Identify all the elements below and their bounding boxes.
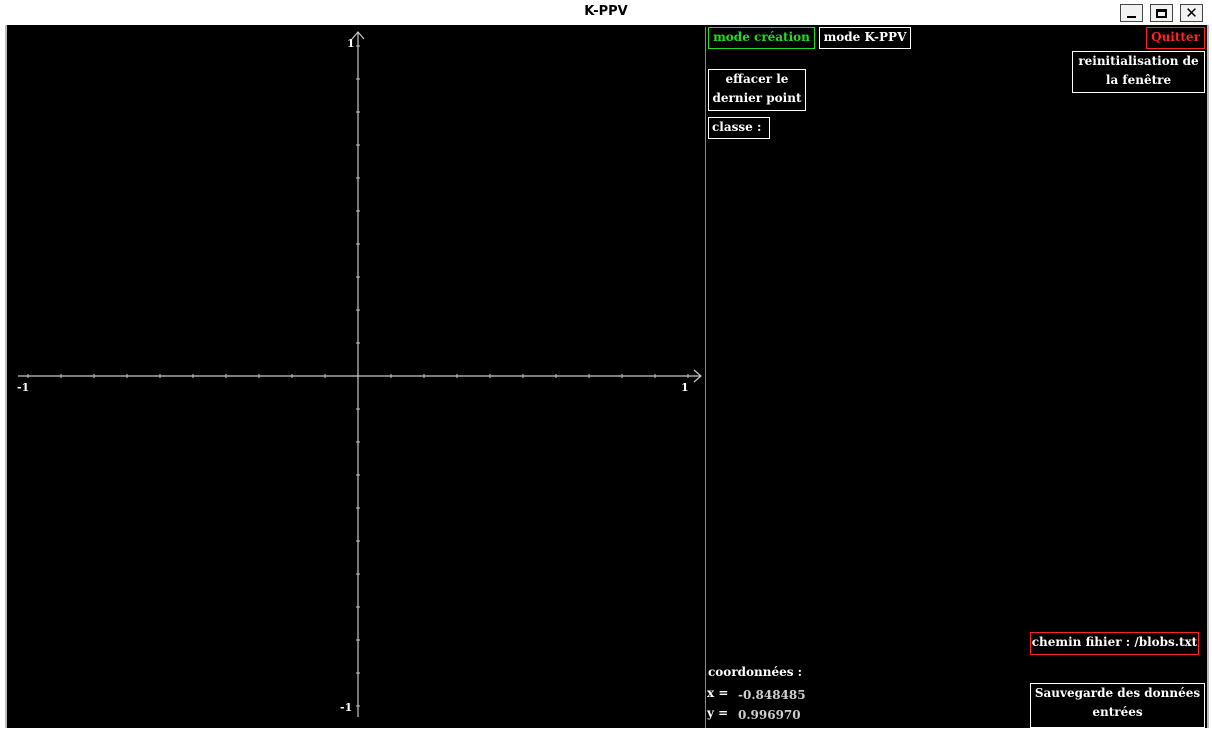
save-data-button[interactable]: Sauvegarde des données entrées (1030, 683, 1205, 728)
erase-last-point-button[interactable]: effacer le dernier point (708, 69, 806, 111)
quit-button[interactable]: Quitter (1146, 27, 1205, 49)
minimize-button[interactable] (1120, 4, 1143, 22)
plot-canvas[interactable]: 1 -1 -1 1 (8, 27, 705, 728)
x-coord-label: x = (707, 686, 729, 700)
mode-kppv-button[interactable]: mode K-PPV (819, 27, 911, 49)
plot-axes (18, 31, 702, 717)
y-coord-label: y = (707, 706, 729, 720)
class-selector[interactable]: classe : (708, 117, 770, 139)
mode-creation-button[interactable]: mode création (708, 27, 815, 49)
y-max-label: 1 (347, 37, 355, 50)
x-min-label: -1 (17, 381, 30, 394)
window-titlebar[interactable]: K-PPV ✕ (0, 0, 1212, 25)
window-title: K-PPV (584, 4, 628, 19)
minimize-icon (1127, 16, 1136, 18)
maximize-icon (1156, 8, 1167, 18)
y-coord-value: 0.996970 (738, 708, 801, 722)
reset-window-button[interactable]: reinitialisation de la fenêtre (1072, 51, 1205, 93)
control-panel: mode création mode K-PPV Quitter reiniti… (706, 27, 1206, 728)
maximize-button[interactable] (1150, 4, 1173, 22)
coords-title: coordonnées : (708, 665, 803, 679)
file-path-field[interactable]: chemin fihier : /blobs.txt (1030, 632, 1199, 655)
x-coord-value: -0.848485 (738, 688, 806, 702)
x-max-label: 1 (681, 381, 689, 394)
y-min-label: -1 (340, 701, 353, 714)
close-button[interactable]: ✕ (1180, 4, 1203, 22)
close-icon: ✕ (1185, 4, 1198, 22)
